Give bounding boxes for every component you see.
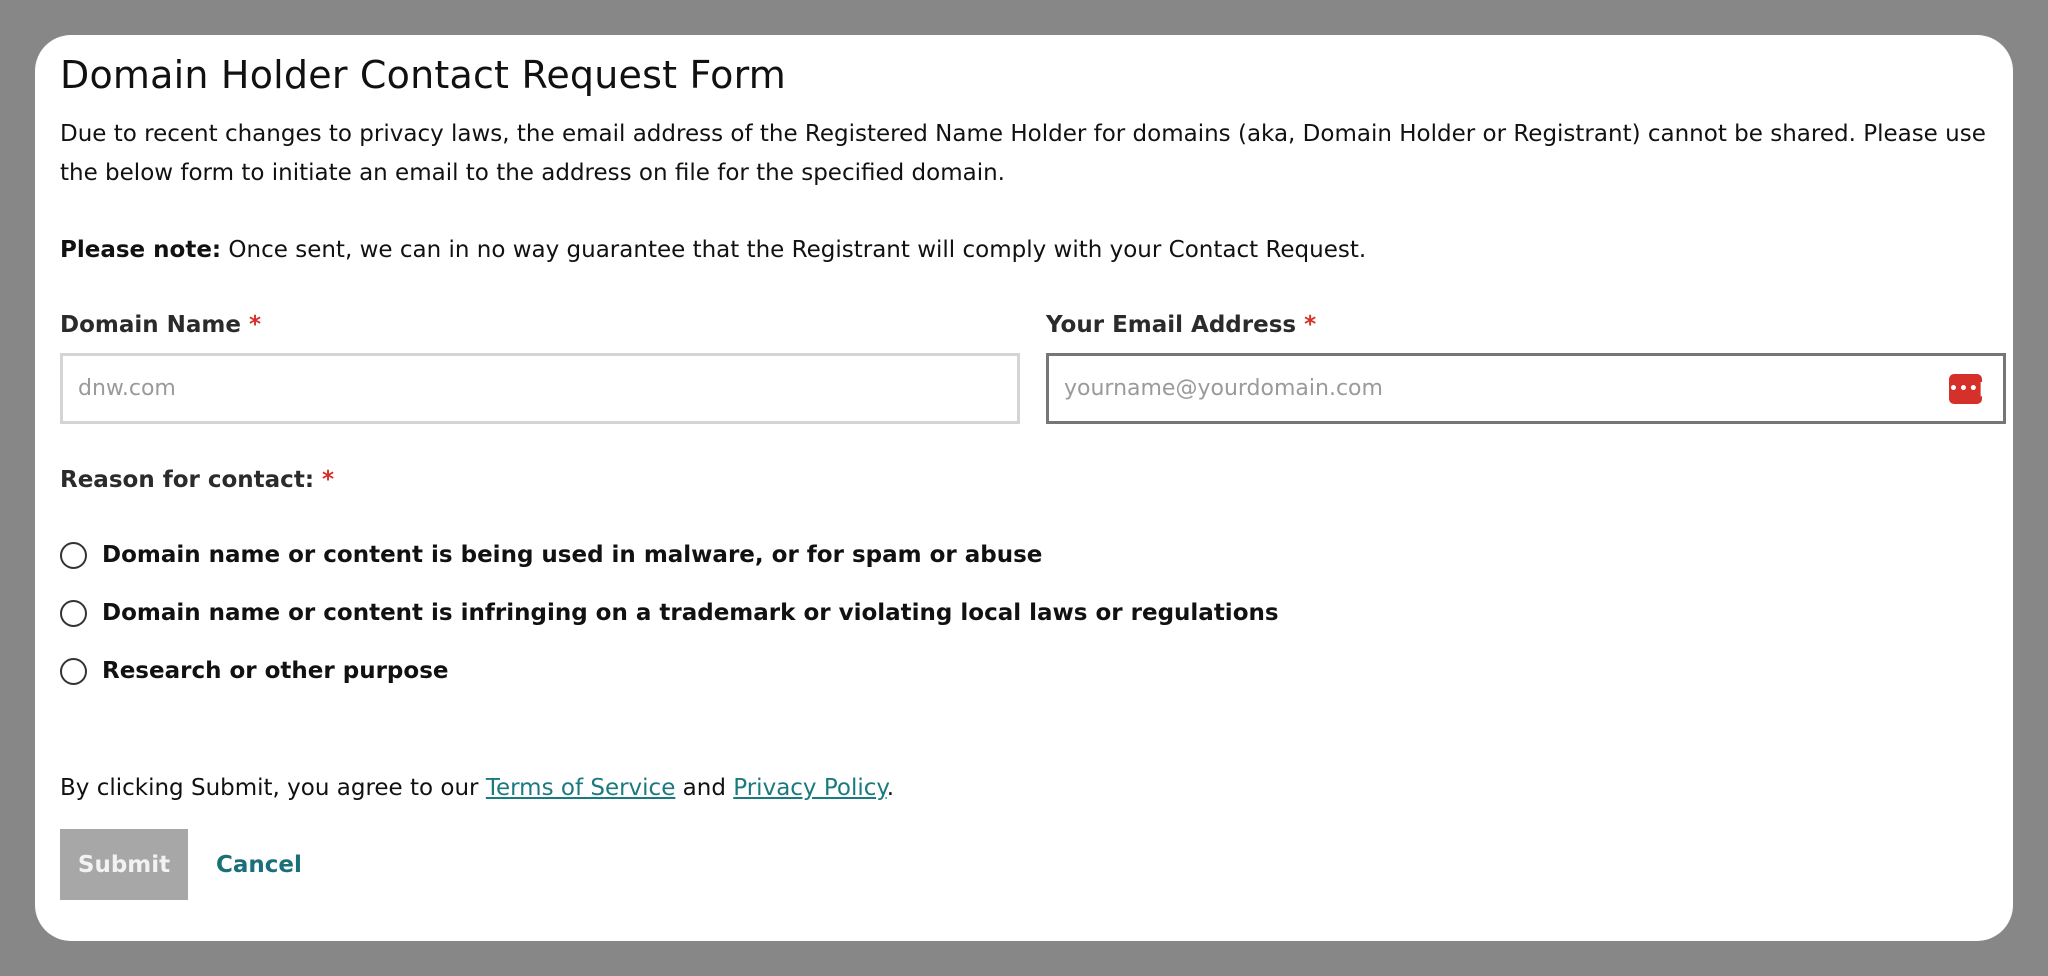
terms-of-service-link[interactable]: Terms of Service bbox=[486, 775, 676, 801]
agreement-prefix: By clicking Submit, you agree to our bbox=[60, 775, 486, 801]
reason-option-malware[interactable]: Domain name or content is being used in … bbox=[60, 538, 1042, 572]
reason-label: Reason for contact: * bbox=[60, 467, 334, 493]
agreement-middle: and bbox=[675, 775, 734, 801]
note-label: Please note: bbox=[60, 237, 222, 263]
email-address-label: Your Email Address * bbox=[1046, 312, 1316, 338]
domain-name-label: Domain Name * bbox=[60, 312, 261, 338]
password-manager-icon[interactable]: •••| bbox=[1949, 374, 1984, 404]
required-marker: * bbox=[1304, 312, 1317, 338]
domain-name-label-text: Domain Name bbox=[60, 312, 241, 338]
radio-button[interactable] bbox=[60, 599, 87, 627]
email-address-label-text: Your Email Address bbox=[1046, 312, 1297, 338]
required-marker: * bbox=[249, 312, 262, 338]
submit-button[interactable]: Submit bbox=[60, 829, 188, 900]
note-text: Please note: Once sent, we can in no way… bbox=[60, 231, 1366, 270]
note-body: Once sent, we can in no way guarantee th… bbox=[221, 237, 1367, 263]
domain-name-input[interactable] bbox=[60, 353, 1020, 424]
required-marker: * bbox=[322, 467, 335, 493]
cancel-button[interactable]: Cancel bbox=[210, 829, 308, 900]
reason-option-research[interactable]: Research or other purpose bbox=[60, 654, 448, 688]
reason-option-label[interactable]: Research or other purpose bbox=[102, 658, 448, 684]
form-title: Domain Holder Contact Request Form bbox=[60, 53, 786, 97]
email-address-input[interactable] bbox=[1046, 353, 2006, 424]
contact-request-modal: Domain Holder Contact Request Form Due t… bbox=[35, 35, 2013, 941]
reason-option-label[interactable]: Domain name or content is being used in … bbox=[102, 542, 1042, 568]
reason-label-text: Reason for contact: bbox=[60, 467, 315, 493]
intro-text: Due to recent changes to privacy laws, t… bbox=[60, 121, 1986, 186]
radio-button[interactable] bbox=[60, 657, 87, 685]
reason-option-label[interactable]: Domain name or content is infringing on … bbox=[102, 600, 1279, 626]
agreement-text: By clicking Submit, you agree to our Ter… bbox=[60, 775, 894, 801]
radio-button[interactable] bbox=[60, 541, 87, 569]
reason-option-trademark[interactable]: Domain name or content is infringing on … bbox=[60, 596, 1279, 630]
agreement-suffix: . bbox=[886, 775, 895, 801]
privacy-policy-link[interactable]: Privacy Policy bbox=[733, 775, 886, 801]
